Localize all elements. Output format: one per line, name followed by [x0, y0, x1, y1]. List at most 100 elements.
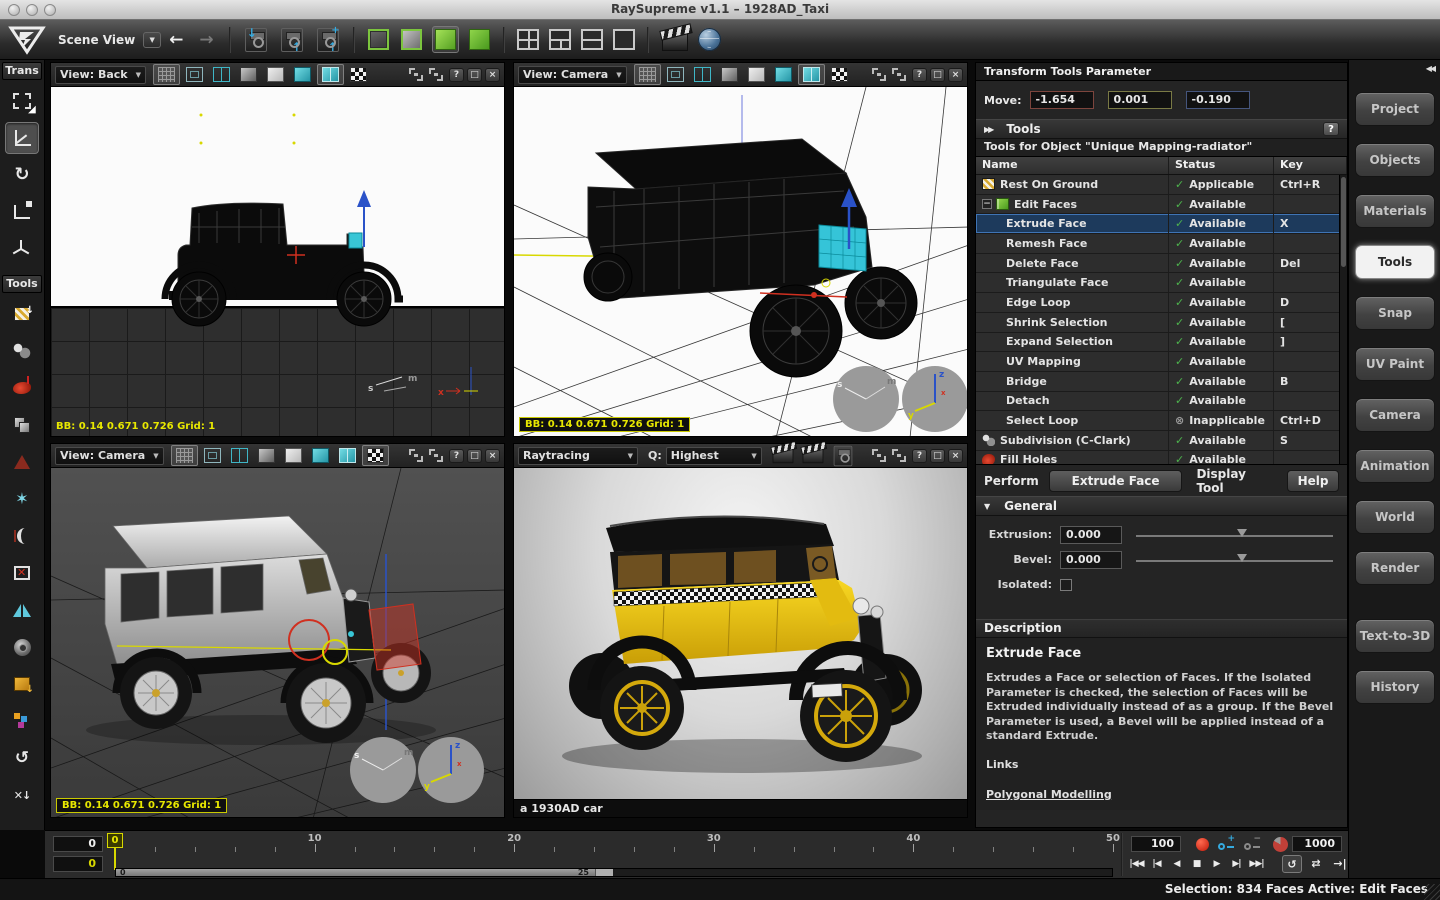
- tool-row-rest-on-ground[interactable]: Rest On Ground✓ApplicableCtrl+R: [976, 175, 1347, 195]
- help-button[interactable]: ?: [1323, 122, 1339, 136]
- sort-tool[interactable]: ✕↓: [5, 779, 39, 811]
- maximize-button[interactable]: □: [467, 68, 482, 82]
- scene-view-dropdown[interactable]: ▼: [143, 32, 161, 48]
- save-down-icon[interactable]: ↓: [245, 28, 267, 52]
- display-shaded[interactable]: [236, 65, 261, 84]
- display-wire-teal[interactable]: [209, 65, 234, 84]
- column-key[interactable]: Key: [1274, 157, 1347, 174]
- loop-button[interactable]: ↺: [1282, 855, 1302, 873]
- forward-icon[interactable]: →: [199, 30, 213, 50]
- display-textured[interactable]: [362, 445, 389, 466]
- tool-row-bridge[interactable]: Bridge✓AvailableB: [976, 372, 1347, 392]
- display-wireframe[interactable]: [663, 65, 688, 84]
- fps-field[interactable]: 100: [1131, 836, 1181, 852]
- rail-button-uv-paint[interactable]: UV Paint: [1355, 347, 1435, 381]
- bend-tool[interactable]: [5, 520, 39, 552]
- timeline-scroll-thumb[interactable]: 0 25: [116, 869, 613, 876]
- cube-face-mode-icon[interactable]: [432, 26, 459, 53]
- grid-toggle[interactable]: [171, 445, 198, 466]
- render-settings-icon[interactable]: [872, 449, 886, 462]
- display-solid-wire[interactable]: [317, 64, 344, 85]
- view-selector[interactable]: View: Camera ▼: [55, 447, 164, 465]
- play-backwards-button[interactable]: ◀: [1168, 855, 1185, 873]
- cube-vertex-mode-icon[interactable]: [366, 27, 391, 52]
- rail-button-world[interactable]: World: [1355, 500, 1435, 534]
- save-render-icon[interactable]: [833, 445, 852, 465]
- next-keyframe-button[interactable]: ▶|: [1228, 855, 1245, 873]
- display-solid[interactable]: [308, 446, 333, 465]
- maximize-button[interactable]: □: [930, 449, 945, 463]
- move-tool[interactable]: [5, 122, 39, 154]
- subdivision-tool[interactable]: [5, 335, 39, 367]
- tool-row-subdivision-c-clark[interactable]: Subdivision (C-Clark)✓AvailableS: [976, 431, 1347, 451]
- select-tool[interactable]: [5, 85, 39, 117]
- view-selector[interactable]: View: Camera ▼: [518, 66, 627, 84]
- playhead-flag[interactable]: 0: [107, 833, 123, 848]
- rail-button-tools[interactable]: Tools: [1355, 245, 1435, 279]
- layout-single-icon[interactable]: [613, 29, 635, 50]
- maximize-button[interactable]: □: [930, 68, 945, 82]
- publish-web-icon[interactable]: [698, 28, 721, 51]
- display-solid-wire[interactable]: [798, 64, 825, 85]
- close-button[interactable]: ×: [485, 68, 500, 82]
- extrusion-field[interactable]: 0.000: [1060, 526, 1122, 544]
- bevel-slider[interactable]: [1136, 552, 1337, 568]
- help-button[interactable]: ?: [449, 449, 464, 463]
- close-button[interactable]: ×: [948, 68, 963, 82]
- save-up-icon[interactable]: ↑: [281, 28, 303, 52]
- cube-edge-mode-icon[interactable]: [399, 27, 424, 52]
- frame-selection-icon[interactable]: [892, 68, 906, 81]
- total-frames-field[interactable]: 1000: [1292, 836, 1342, 852]
- remesh-tool[interactable]: [5, 409, 39, 441]
- tools-table-scrollbar[interactable]: [1339, 175, 1347, 464]
- display-textured[interactable]: [346, 65, 371, 84]
- display-flat[interactable]: [263, 65, 288, 84]
- cube-object-mode-icon[interactable]: [467, 27, 492, 52]
- tool-row-fill-holes[interactable]: Fill Holes✓Available: [976, 451, 1347, 464]
- viewport-back-canvas[interactable]: s m x BB: 0.14 0.671 0.726 Grid: 1: [51, 87, 504, 436]
- scroll-thumb-handle[interactable]: [595, 869, 613, 876]
- tool-row-expand-selection[interactable]: Expand Selection✓Available]: [976, 333, 1347, 353]
- display-textured[interactable]: [827, 65, 852, 84]
- rail-button-camera[interactable]: Camera: [1355, 398, 1435, 432]
- general-section-header[interactable]: ▼ General: [976, 496, 1347, 516]
- help-button[interactable]: ?: [912, 449, 927, 463]
- collapse-panel-icon[interactable]: ◀◀: [1426, 64, 1434, 73]
- display-wireframe[interactable]: [200, 446, 225, 465]
- pivot-tool[interactable]: [5, 233, 39, 265]
- tool-row-detach[interactable]: Detach✓Available: [976, 392, 1347, 412]
- close-button[interactable]: ×: [485, 449, 500, 463]
- display-wire-teal[interactable]: [690, 65, 715, 84]
- frame-selection-icon[interactable]: [429, 68, 443, 81]
- rail-button-objects[interactable]: Objects: [1355, 143, 1435, 177]
- layout-two-icon[interactable]: [581, 29, 603, 50]
- frame-all-icon[interactable]: [409, 449, 423, 462]
- rotate-tool[interactable]: ↻: [5, 159, 39, 191]
- collapse-expander-icon[interactable]: −: [982, 199, 992, 209]
- move-y-field[interactable]: 0.001: [1108, 91, 1172, 109]
- help-button[interactable]: Help: [1287, 470, 1339, 492]
- display-solid-wire[interactable]: [335, 446, 360, 465]
- jump-to-end-button[interactable]: ▶▶|: [1248, 855, 1265, 873]
- display-flat[interactable]: [744, 65, 769, 84]
- column-name[interactable]: Name: [976, 157, 1169, 174]
- help-button[interactable]: ?: [449, 68, 464, 82]
- back-icon[interactable]: ←: [169, 30, 183, 50]
- bevel-field[interactable]: 0.000: [1060, 551, 1122, 569]
- timeline-scrollbar[interactable]: 0 25: [115, 868, 1113, 877]
- layout-three-icon[interactable]: [549, 29, 571, 50]
- rail-button-snap[interactable]: Snap: [1355, 296, 1435, 330]
- tool-row-shrink-selection[interactable]: Shrink Selection✓Available[: [976, 313, 1347, 333]
- viewport-camera-top-canvas[interactable]: s m z y x BB: 0.14 0.671 0.726 Grid: 1: [514, 87, 967, 436]
- isolated-checkbox[interactable]: [1060, 579, 1072, 591]
- move-x-field[interactable]: -1.654: [1030, 91, 1094, 109]
- ping-pong-button[interactable]: ⇄: [1306, 855, 1326, 873]
- display-flat[interactable]: [281, 446, 306, 465]
- box-unwrap-tool[interactable]: [5, 668, 39, 700]
- move-z-field[interactable]: -0.190: [1186, 91, 1250, 109]
- play-once-button[interactable]: →|: [1330, 855, 1350, 873]
- save-add-icon[interactable]: +↑: [317, 28, 339, 52]
- rail-button-render[interactable]: Render: [1355, 551, 1435, 585]
- viewport-raytracing-canvas[interactable]: a 1930AD car: [514, 468, 967, 817]
- frame-selection-icon[interactable]: [429, 449, 443, 462]
